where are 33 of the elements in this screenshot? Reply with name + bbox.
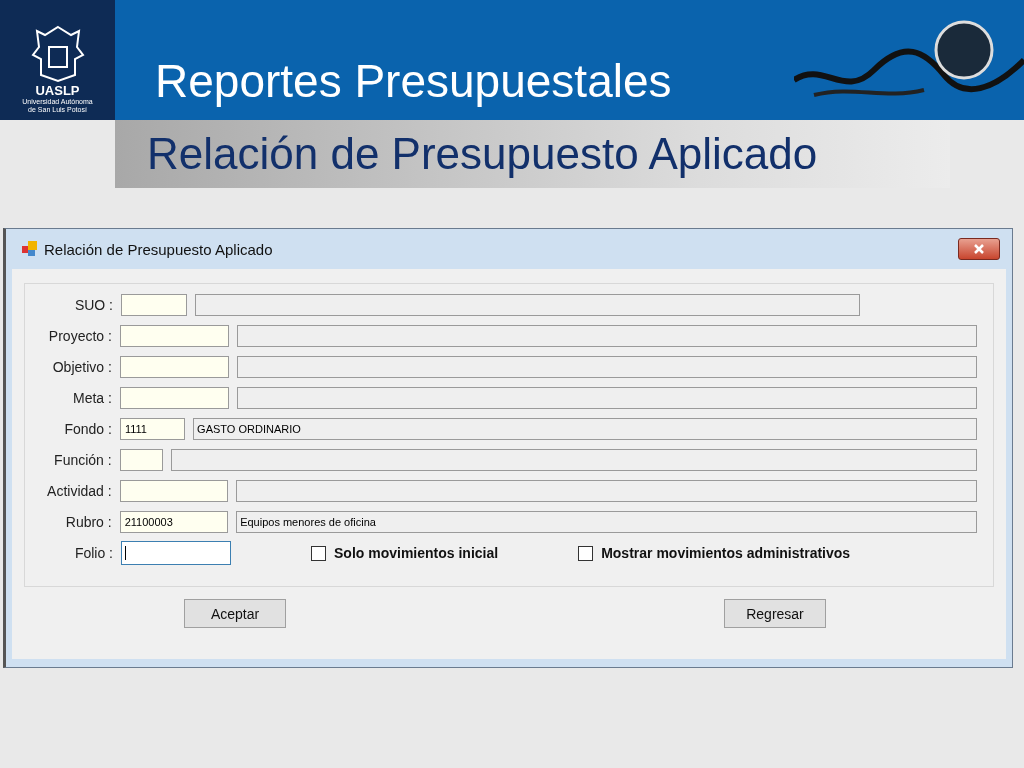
- field-label: Fondo :: [63, 421, 113, 437]
- code-field[interactable]: [119, 387, 229, 409]
- slide-title: Reportes Presupuestales: [155, 54, 672, 109]
- text-cursor: [125, 546, 126, 560]
- code-field[interactable]: [119, 325, 229, 347]
- checkbox-box[interactable]: [578, 545, 594, 561]
- checkbox-box[interactable]: [311, 545, 326, 561]
- field-label: SUO :: [73, 297, 114, 313]
- folio-input[interactable]: [121, 541, 231, 565]
- crest-icon: [30, 25, 85, 83]
- app-icon: [22, 241, 38, 257]
- code-field[interactable]: [119, 480, 229, 502]
- code-field[interactable]: [121, 294, 187, 316]
- field-label: Folio :: [73, 545, 114, 561]
- description-field: GASTO ORDINARIO: [193, 418, 977, 440]
- dialog-button[interactable]: Aceptar: [184, 599, 286, 628]
- field-label: Función :: [53, 452, 113, 468]
- close-button[interactable]: [958, 238, 1000, 260]
- field-label: Meta :: [71, 390, 113, 406]
- field-label: Objetivo :: [51, 359, 113, 375]
- code-field[interactable]: 21100003: [119, 511, 229, 533]
- logo-acronym: UASLP: [35, 83, 80, 98]
- slide-subtitle: Relación de Presupuesto Aplicado: [147, 129, 818, 179]
- code-field[interactable]: 1111: [119, 418, 186, 440]
- code-field[interactable]: [119, 449, 164, 471]
- description-field: Equipos menores de oficina: [236, 511, 977, 533]
- window-title: Relación de Presupuesto Aplicado: [44, 240, 273, 258]
- dialog-button[interactable]: Regresar: [724, 599, 826, 628]
- code-field[interactable]: [119, 356, 229, 378]
- close-icon: [974, 244, 984, 254]
- field-label: Actividad :: [46, 483, 113, 499]
- field-label: Rubro :: [64, 514, 113, 530]
- field-label: Proyecto :: [47, 328, 113, 344]
